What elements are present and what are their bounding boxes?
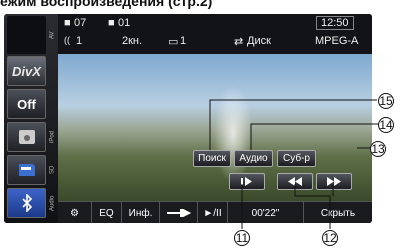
callout-15: 15	[378, 93, 394, 109]
callout-12: 12	[322, 230, 338, 246]
callout-11: 11	[234, 230, 250, 246]
callout-14: 14	[378, 117, 394, 133]
callout-lines	[209, 99, 378, 229]
callout-13: 13	[370, 141, 386, 157]
